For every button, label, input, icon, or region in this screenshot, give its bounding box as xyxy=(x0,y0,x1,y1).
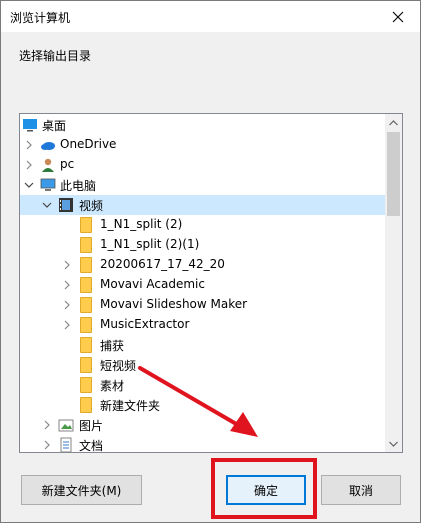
computer-icon xyxy=(40,177,56,193)
tree-label-onedrive: OneDrive xyxy=(60,137,117,151)
new-folder-button[interactable]: 新建文件夹(M) xyxy=(21,475,142,505)
folder-icon xyxy=(80,377,96,393)
onedrive-icon xyxy=(40,137,56,153)
chevron-down-icon xyxy=(389,441,398,447)
chevron-right-icon[interactable] xyxy=(62,320,72,330)
close-icon xyxy=(392,11,404,22)
tree-item-this-pc[interactable]: 此电脑 xyxy=(20,175,386,195)
tree-item-folder[interactable]: Movavi Slideshow Maker xyxy=(20,295,386,315)
chevron-up-icon xyxy=(389,119,398,125)
tree-item-user[interactable]: pc xyxy=(20,155,386,175)
tree-label-folder: MusicExtractor xyxy=(100,317,190,331)
desktop-icon xyxy=(22,117,38,133)
tree-label-pictures: 图片 xyxy=(79,419,104,433)
tree-label-folder: Movavi Academic xyxy=(100,277,205,291)
folder-icon xyxy=(80,217,96,233)
title-bar: 浏览计算机 xyxy=(1,1,420,32)
tree-item-folder[interactable]: 1_N1_split (2) xyxy=(20,215,386,235)
chevron-right-icon[interactable] xyxy=(62,280,72,290)
folder-icon xyxy=(80,277,96,293)
tree-item-videos[interactable]: 视频 xyxy=(20,195,386,215)
tree-label-folder: 1_N1_split (2) xyxy=(100,217,183,231)
tree-label-user: pc xyxy=(60,157,75,171)
folder-icon xyxy=(80,257,96,273)
documents-icon xyxy=(58,437,74,452)
tree-item-onedrive[interactable]: OneDrive xyxy=(20,135,386,155)
chevron-right-icon[interactable] xyxy=(42,440,52,450)
cancel-button[interactable]: 取消 xyxy=(321,475,401,505)
folder-icon xyxy=(80,397,96,413)
annotation-highlight-box xyxy=(211,458,317,519)
browse-computer-dialog: 浏览计算机 选择输出目录 桌面 OneDrive pc 此电脑 视频 1_N1_… xyxy=(0,0,421,523)
tree-item-desktop[interactable]: 桌面 xyxy=(20,115,386,135)
vertical-scrollbar[interactable] xyxy=(385,114,402,452)
tree-label-desktop: 桌面 xyxy=(42,119,67,133)
chevron-right-icon[interactable] xyxy=(24,140,34,150)
chevron-right-icon[interactable] xyxy=(24,160,34,170)
tree-label-videos: 视频 xyxy=(79,199,104,213)
tree-label-documents: 文档 xyxy=(79,439,104,453)
close-button[interactable] xyxy=(376,1,420,32)
tree-label-this-pc: 此电脑 xyxy=(60,179,97,193)
window-title: 浏览计算机 xyxy=(10,11,71,25)
tree-label-folder: 新建文件夹 xyxy=(100,399,161,413)
folder-icon xyxy=(80,317,96,333)
tree-item-pictures[interactable]: 图片 xyxy=(20,415,386,435)
folder-icon xyxy=(80,237,96,253)
tree-item-folder[interactable]: 20200617_17_42_20 xyxy=(20,255,386,275)
tree-item-folder[interactable]: 素材 xyxy=(20,375,386,395)
video-folder-icon xyxy=(58,197,74,213)
chevron-down-icon[interactable] xyxy=(42,200,52,210)
pictures-icon xyxy=(58,417,74,433)
tree-item-folder[interactable]: 短视频 xyxy=(20,355,386,375)
tree-item-folder[interactable]: MusicExtractor xyxy=(20,315,386,335)
folder-icon xyxy=(80,297,96,313)
tree-item-folder[interactable]: 1_N1_split (2)(1) xyxy=(20,235,386,255)
user-icon xyxy=(40,157,56,173)
instruction-text: 选择输出目录 xyxy=(19,49,92,63)
tree-item-folder[interactable]: Movavi Academic xyxy=(20,275,386,295)
tree-label-folder: 1_N1_split (2)(1) xyxy=(100,237,200,251)
tree-label-folder: 素材 xyxy=(100,379,125,393)
chevron-right-icon[interactable] xyxy=(62,260,72,270)
tree-label-folder: 短视频 xyxy=(100,359,137,373)
tree-item-documents[interactable]: 文档 xyxy=(20,435,386,453)
tree-item-folder[interactable]: 新建文件夹 xyxy=(20,395,386,415)
tree-item-folder[interactable]: 捕获 xyxy=(20,335,386,355)
scroll-up-button[interactable] xyxy=(385,114,402,131)
scrollbar-thumb[interactable] xyxy=(387,132,400,216)
chevron-down-icon[interactable] xyxy=(24,180,34,190)
chevron-right-icon[interactable] xyxy=(62,300,72,310)
tree-label-folder: 捕获 xyxy=(100,339,125,353)
tree-label-folder: Movavi Slideshow Maker xyxy=(100,297,248,311)
folder-icon xyxy=(80,357,96,373)
scroll-down-button[interactable] xyxy=(385,435,402,452)
tree-label-folder: 20200617_17_42_20 xyxy=(100,257,225,271)
chevron-right-icon[interactable] xyxy=(42,420,52,430)
folder-tree[interactable]: 桌面 OneDrive pc 此电脑 视频 1_N1_split (2) 1_N… xyxy=(19,113,403,453)
folder-icon xyxy=(80,337,96,353)
